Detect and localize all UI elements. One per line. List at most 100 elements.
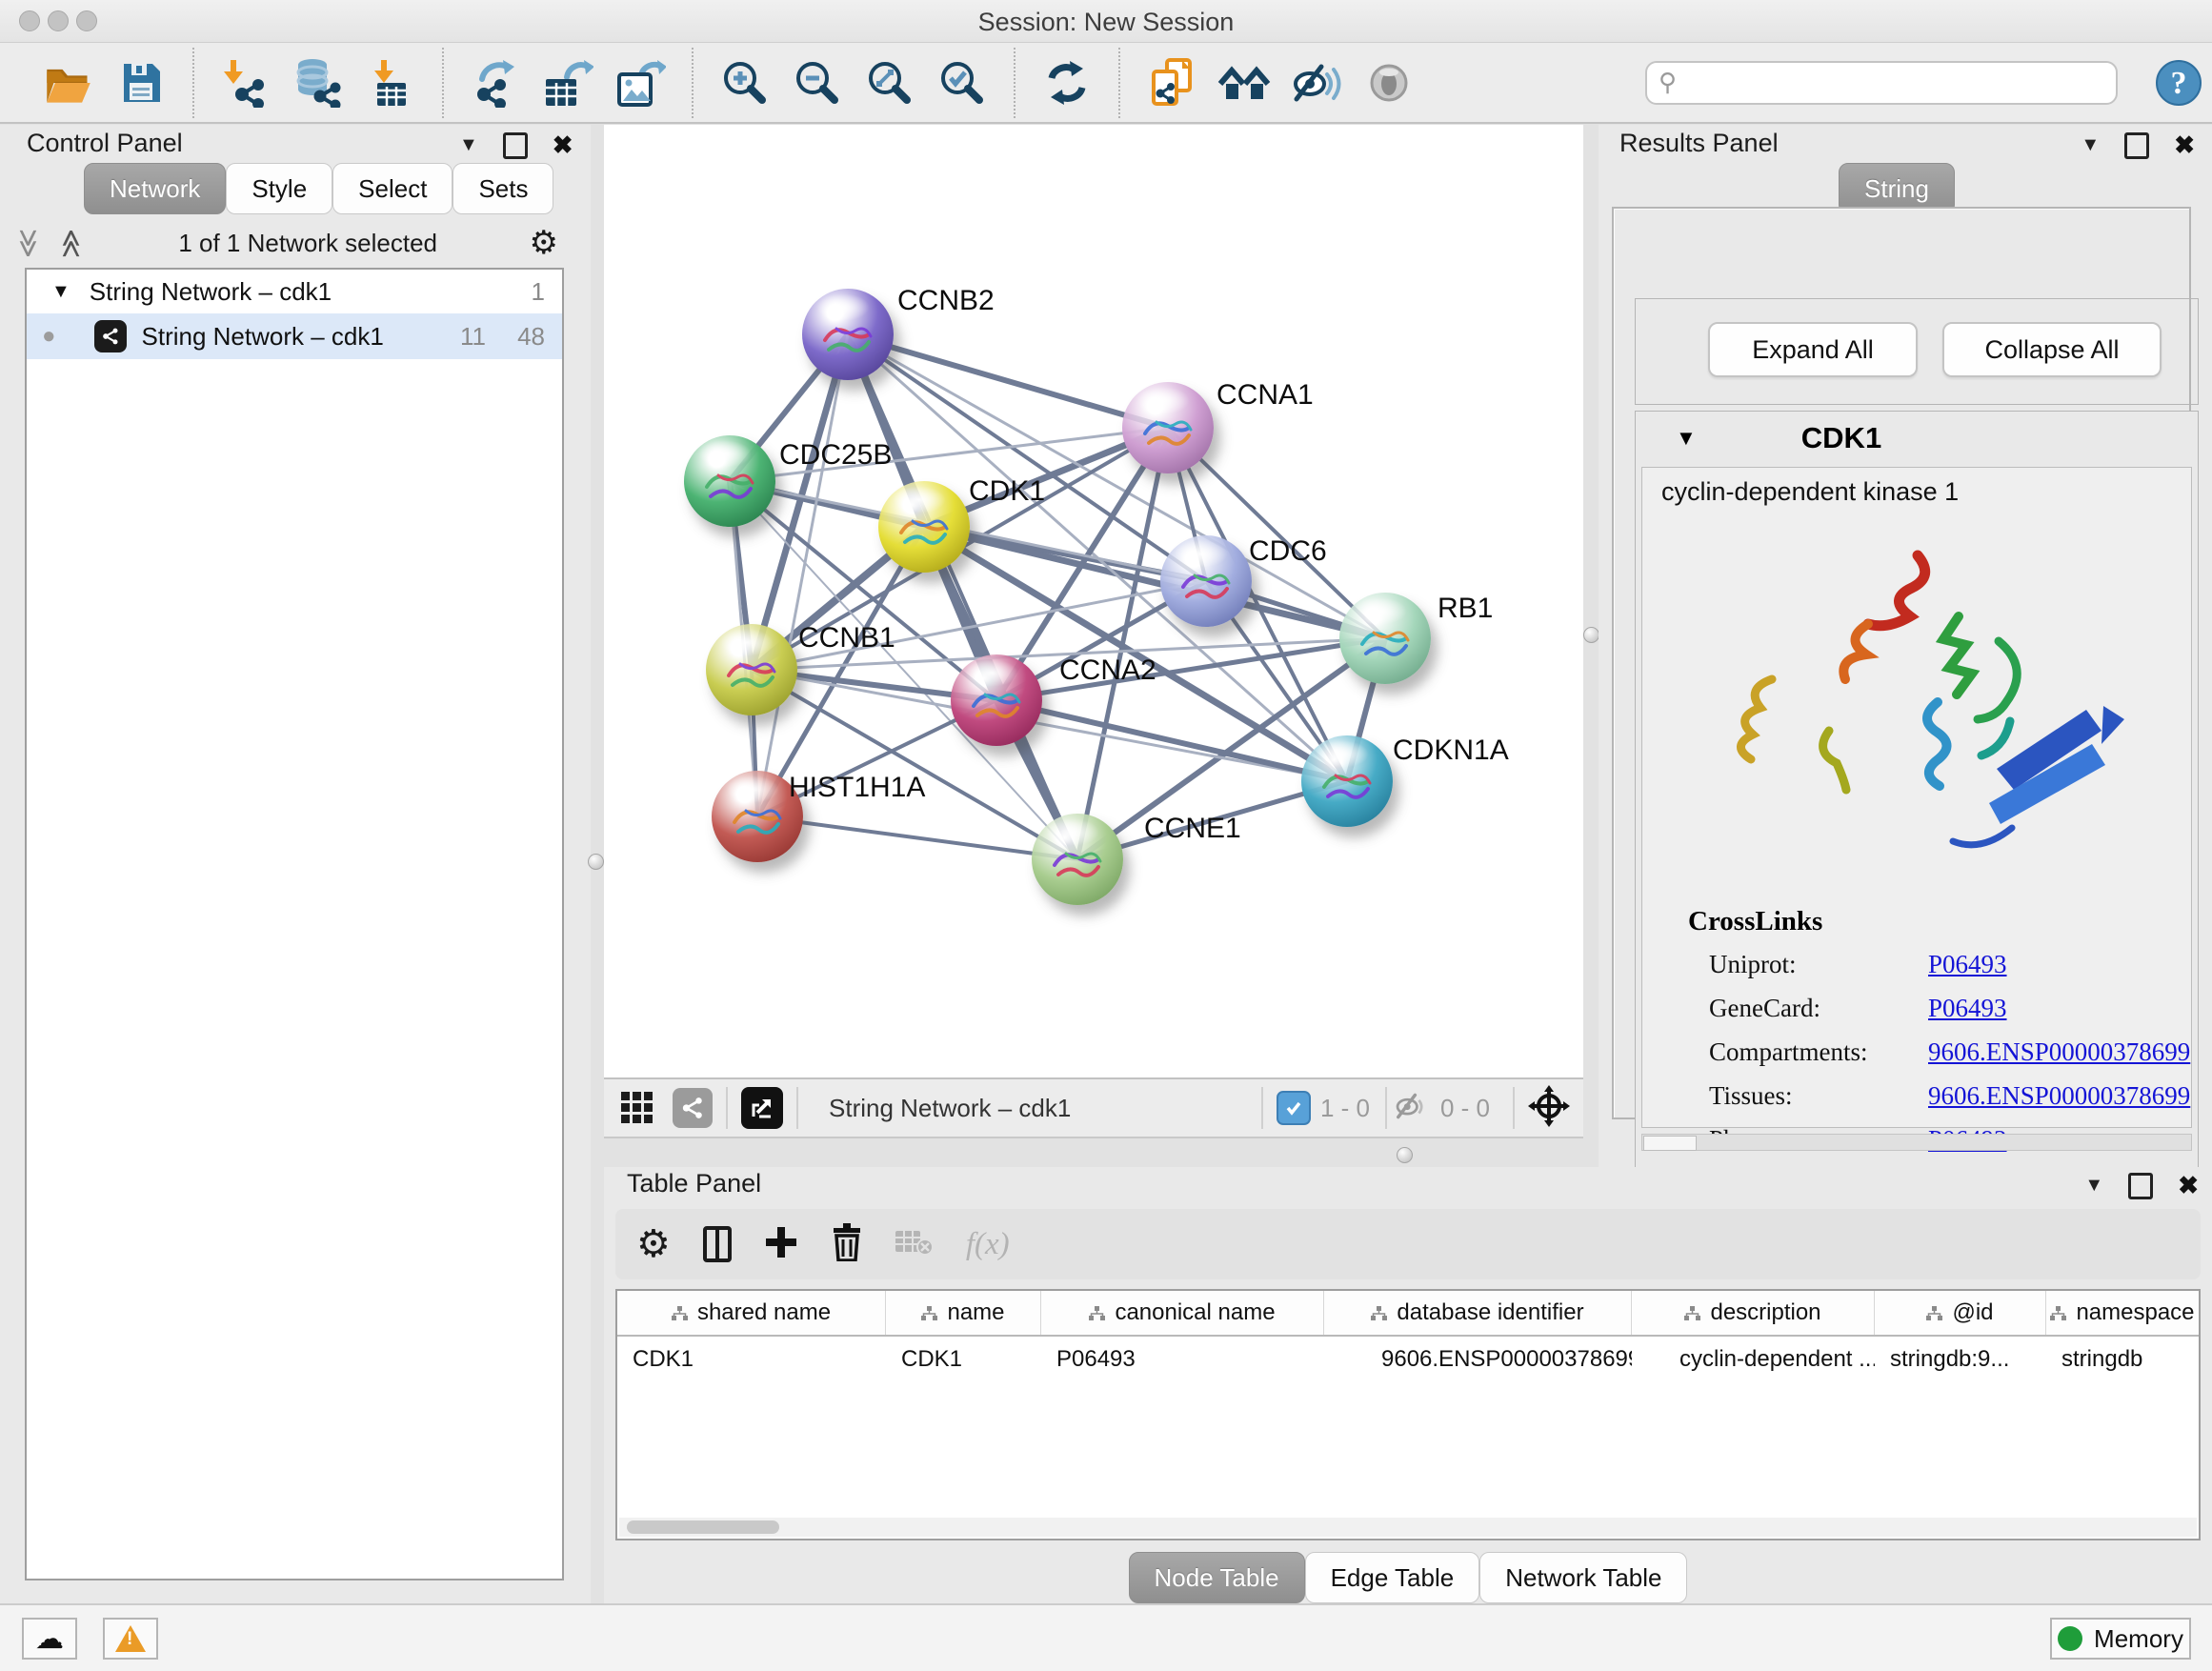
network-node[interactable] bbox=[706, 624, 797, 715]
table-hscrollbar[interactable] bbox=[619, 1518, 2197, 1537]
memory-button[interactable]: Memory bbox=[2050, 1618, 2191, 1660]
add-column-icon[interactable] bbox=[764, 1225, 798, 1264]
warnings-button[interactable] bbox=[103, 1618, 158, 1660]
network-node[interactable] bbox=[1301, 735, 1393, 827]
network-node[interactable] bbox=[1160, 535, 1252, 627]
network-edge[interactable] bbox=[996, 700, 1347, 781]
tab-select[interactable]: Select bbox=[332, 163, 452, 214]
apply-layout-icon[interactable] bbox=[1039, 53, 1095, 112]
collection-expander-icon[interactable]: ▼ bbox=[51, 281, 70, 303]
network-view-share-icon[interactable] bbox=[673, 1088, 713, 1128]
help-icon[interactable]: ? bbox=[2151, 53, 2206, 112]
open-session-icon[interactable] bbox=[41, 53, 96, 112]
selected-checkbox-icon[interactable] bbox=[1277, 1091, 1311, 1125]
right-splitter-handle[interactable] bbox=[1583, 627, 1599, 643]
float-panel-icon[interactable] bbox=[503, 132, 528, 159]
panel-menu-icon[interactable]: ▼ bbox=[2081, 134, 2100, 156]
tab-style[interactable]: Style bbox=[226, 163, 332, 214]
import-network-file-icon[interactable] bbox=[218, 53, 273, 112]
cell-canonical-name[interactable]: P06493 bbox=[1041, 1337, 1324, 1382]
close-panel-icon[interactable]: ✖ bbox=[2174, 131, 2195, 160]
export-network-icon[interactable] bbox=[468, 53, 523, 112]
result-entry-header[interactable]: ▼ CDK1 bbox=[1636, 412, 2198, 465]
column-header[interactable]: canonical name bbox=[1041, 1291, 1324, 1335]
search-input[interactable] bbox=[1682, 69, 2096, 97]
network-edge[interactable] bbox=[848, 334, 1168, 428]
warning-icon bbox=[115, 1625, 146, 1652]
panel-menu-icon[interactable]: ▼ bbox=[459, 134, 478, 156]
hide-selected-icon[interactable] bbox=[1289, 53, 1344, 112]
cell-shared-name[interactable]: CDK1 bbox=[617, 1337, 886, 1382]
network-node[interactable] bbox=[802, 289, 894, 380]
network-node[interactable] bbox=[1339, 593, 1431, 684]
delete-column-icon[interactable] bbox=[831, 1223, 863, 1266]
first-neighbors-icon[interactable] bbox=[1217, 53, 1272, 112]
tab-network-table[interactable]: Network Table bbox=[1479, 1552, 1687, 1603]
network-node[interactable] bbox=[1122, 382, 1214, 473]
show-all-icon[interactable] bbox=[1361, 53, 1417, 112]
column-header[interactable]: namespace bbox=[2046, 1291, 2199, 1335]
table-options-gear-icon[interactable]: ⚙ bbox=[636, 1225, 671, 1263]
entry-expander-icon[interactable]: ▼ bbox=[1676, 426, 1697, 451]
zoom-fit-icon[interactable] bbox=[862, 53, 917, 112]
search-box[interactable]: ⚲ bbox=[1645, 61, 2118, 105]
tab-network[interactable]: Network bbox=[84, 163, 226, 214]
network-options-gear-icon[interactable]: ⚙ bbox=[530, 227, 558, 259]
collapse-all-networks-icon[interactable]: ≫ bbox=[11, 228, 45, 257]
save-session-icon[interactable] bbox=[113, 53, 169, 112]
export-image-icon[interactable] bbox=[613, 53, 668, 112]
column-header[interactable]: name bbox=[886, 1291, 1041, 1335]
cell-name[interactable]: CDK1 bbox=[886, 1337, 1041, 1382]
cell-description[interactable]: cyclin-dependent ... bbox=[1632, 1337, 1875, 1382]
window-title: Session: New Session bbox=[0, 8, 2212, 37]
cell-database-identifier[interactable]: 9606.ENSP00000378699 bbox=[1324, 1337, 1632, 1382]
close-panel-icon[interactable]: ✖ bbox=[2178, 1171, 2199, 1200]
birdseye-navigator-icon[interactable] bbox=[1528, 1085, 1570, 1132]
tab-edge-table[interactable]: Edge Table bbox=[1305, 1552, 1480, 1603]
float-panel-icon[interactable] bbox=[2128, 1173, 2153, 1199]
show-columns-icon[interactable] bbox=[703, 1226, 732, 1262]
clone-network-icon[interactable] bbox=[1144, 53, 1199, 112]
cell-id[interactable]: stringdb:9... bbox=[1875, 1337, 2046, 1382]
column-header[interactable]: database identifier bbox=[1324, 1291, 1632, 1335]
crosslink-link[interactable]: 9606.ENSP00000378699 bbox=[1928, 1081, 2190, 1111]
network-edge[interactable] bbox=[757, 334, 848, 816]
network-node[interactable] bbox=[684, 435, 775, 527]
close-panel-icon[interactable]: ✖ bbox=[553, 131, 573, 160]
detach-view-icon[interactable] bbox=[741, 1087, 783, 1129]
crosslink-link[interactable]: P06493 bbox=[1928, 950, 2007, 979]
export-table-icon[interactable] bbox=[540, 53, 595, 112]
network-edge[interactable] bbox=[757, 816, 1077, 859]
crosslink-link[interactable]: P06493 bbox=[1928, 994, 2007, 1023]
crosslink-link[interactable]: 9606.ENSP00000378699 bbox=[1928, 1037, 2190, 1067]
column-header[interactable]: description bbox=[1632, 1291, 1875, 1335]
network-node[interactable] bbox=[951, 654, 1042, 746]
import-network-database-icon[interactable] bbox=[291, 53, 346, 112]
zoom-selected-icon[interactable] bbox=[935, 53, 990, 112]
network-node[interactable] bbox=[1032, 814, 1123, 905]
cloud-button[interactable]: ☁ bbox=[22, 1618, 77, 1660]
import-table-icon[interactable] bbox=[363, 53, 418, 112]
float-panel-icon[interactable] bbox=[2124, 132, 2149, 159]
table-row[interactable]: CDK1 CDK1 P06493 9606.ENSP00000378699 cy… bbox=[617, 1337, 2199, 1382]
expand-all-button[interactable]: Expand All bbox=[1708, 322, 1918, 377]
zoom-in-icon[interactable] bbox=[717, 53, 773, 112]
results-hscrollbar[interactable] bbox=[1641, 1134, 2192, 1151]
cell-namespace[interactable]: stringdb bbox=[2046, 1337, 2199, 1382]
network-node[interactable] bbox=[878, 481, 970, 573]
column-header[interactable]: shared name bbox=[617, 1291, 886, 1335]
grid-view-icon[interactable] bbox=[619, 1090, 655, 1126]
expand-all-networks-icon[interactable]: ≫ bbox=[55, 228, 89, 257]
collapse-all-button[interactable]: Collapse All bbox=[1942, 322, 2162, 377]
column-header[interactable]: @id bbox=[1875, 1291, 2046, 1335]
network-canvas[interactable]: CCNB2 CCNA1 CDC25B CDK1 CDC6 RB1 bbox=[604, 125, 1583, 1077]
left-splitter-handle[interactable] bbox=[588, 854, 604, 870]
network-edge[interactable] bbox=[1077, 428, 1168, 859]
tab-node-table[interactable]: Node Table bbox=[1129, 1552, 1305, 1603]
panel-menu-icon[interactable]: ▼ bbox=[2084, 1175, 2103, 1197]
network-row[interactable]: ● String Network – cdk1 11 48 bbox=[27, 313, 562, 359]
tab-sets[interactable]: Sets bbox=[452, 163, 553, 214]
network-collection-row[interactable]: ▼ String Network – cdk1 1 bbox=[27, 270, 562, 313]
zoom-out-icon[interactable] bbox=[790, 53, 845, 112]
network-node-label: CDKN1A bbox=[1393, 735, 1509, 767]
